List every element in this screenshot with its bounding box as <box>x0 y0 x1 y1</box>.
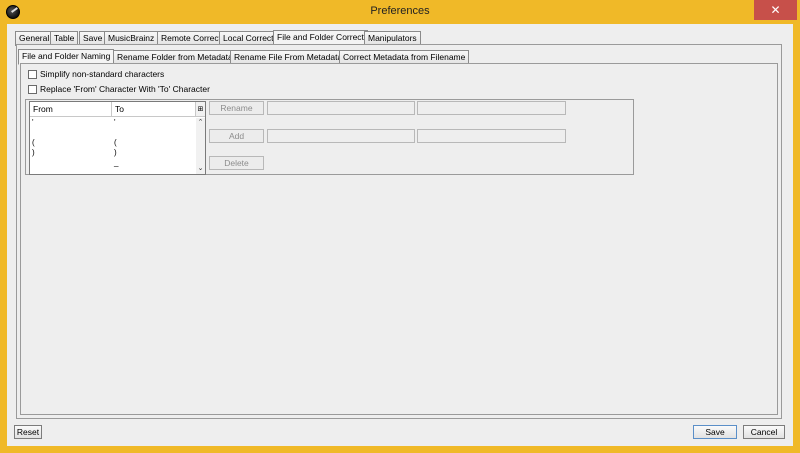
cancel-button[interactable]: Cancel <box>743 425 785 439</box>
to-cell[interactable]: ( <box>114 138 192 148</box>
to-cell[interactable]: ) <box>114 148 192 158</box>
replace-option[interactable]: Replace 'From' Character With 'To' Chara… <box>28 83 210 95</box>
table-row[interactable]: ' ' <box>30 118 196 128</box>
delete-button[interactable]: Delete <box>209 156 264 170</box>
replace-checkbox[interactable] <box>28 84 37 94</box>
close-button[interactable]: ✕ <box>754 0 797 20</box>
window-title: Preferences <box>370 5 430 17</box>
table-row[interactable]: _ <box>30 158 196 168</box>
title-bar[interactable]: Preferences ✕ <box>0 0 800 24</box>
preferences-window: Preferences ✕ General Table Save MusicBr… <box>0 0 800 453</box>
table-body: ' ' ( ( ) ) _ <box>30 118 196 174</box>
rename-button[interactable]: Rename <box>209 101 264 115</box>
simplify-option[interactable]: Simplify non-standard characters <box>28 68 164 80</box>
add-to-field[interactable] <box>417 129 566 143</box>
scroll-up-icon[interactable]: ⌃ <box>196 119 205 127</box>
character-mapping-table[interactable]: From To ⊞ ' ' ( ( ) ) _ ⌃ ⌄ <box>29 101 206 175</box>
reset-button[interactable]: Reset <box>14 425 42 439</box>
to-cell[interactable]: ' <box>114 118 192 128</box>
simplify-checkbox[interactable] <box>28 69 37 79</box>
table-row[interactable]: ( ( <box>30 138 196 148</box>
from-cell[interactable]: ) <box>32 148 110 158</box>
simplify-label: Simplify non-standard characters <box>40 69 165 79</box>
scroll-down-icon[interactable]: ⌄ <box>196 165 205 173</box>
to-cell[interactable]: _ <box>114 158 192 168</box>
replace-label: Replace 'From' Character With 'To' Chara… <box>40 84 210 94</box>
add-button[interactable]: Add <box>209 129 264 143</box>
to-column-header[interactable]: To <box>112 102 196 117</box>
from-column-header[interactable]: From <box>30 102 112 117</box>
add-from-field[interactable] <box>267 129 415 143</box>
dialog-content: General Table Save MusicBrainz Remote Co… <box>7 24 793 446</box>
rename-to-field[interactable] <box>417 101 566 115</box>
table-scrollbar[interactable]: ⌃ ⌄ <box>196 118 205 174</box>
table-row[interactable] <box>30 128 196 138</box>
from-cell[interactable]: ( <box>32 138 110 148</box>
column-menu-icon[interactable]: ⊞ <box>196 102 205 117</box>
save-button[interactable]: Save <box>693 425 737 439</box>
table-row[interactable]: ) ) <box>30 148 196 158</box>
from-cell[interactable]: ' <box>32 118 110 128</box>
rename-from-field[interactable] <box>267 101 415 115</box>
